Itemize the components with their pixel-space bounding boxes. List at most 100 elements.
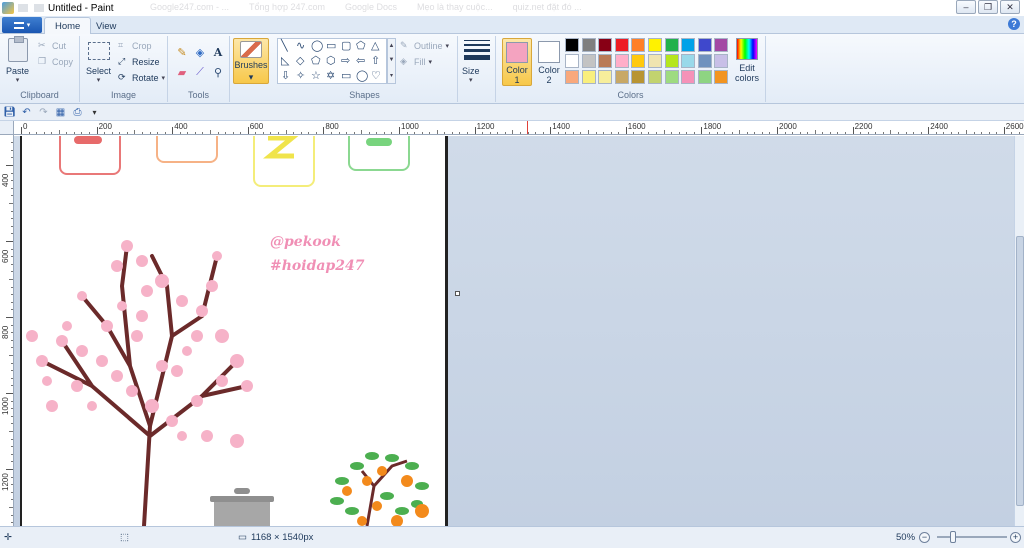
palette-swatch[interactable] (697, 38, 712, 52)
palette-swatch[interactable] (714, 70, 729, 84)
fill-bucket-icon[interactable]: ◈ (192, 44, 208, 60)
canvas-resize-handle[interactable] (455, 291, 460, 296)
curve-shape-icon[interactable]: ∿ (296, 41, 305, 52)
palette-swatch[interactable] (681, 38, 696, 52)
pentagon-shape-icon[interactable]: ⬠ (311, 56, 321, 67)
palette-swatch[interactable] (714, 38, 729, 52)
scroll-down-icon[interactable]: ▼ (389, 57, 395, 63)
palette-swatch[interactable] (631, 38, 646, 52)
palette-swatch[interactable] (565, 54, 579, 68)
palette-swatch[interactable] (581, 54, 596, 68)
palette-swatch[interactable] (664, 54, 679, 68)
zoom-slider-track[interactable] (937, 536, 1007, 538)
vertical-scrollbar[interactable] (1014, 136, 1024, 526)
palette-swatch[interactable] (648, 54, 662, 68)
undo-icon[interactable]: ↶ (21, 107, 32, 118)
redo-icon[interactable]: ↷ (38, 107, 49, 118)
edit-colors-button[interactable]: Edit colors (732, 38, 762, 83)
rectangle-shape-icon[interactable]: ▭ (326, 41, 336, 52)
zoom-in-button[interactable]: + (1010, 532, 1021, 543)
minimize-button[interactable]: – (956, 0, 976, 14)
polygon-shape-icon[interactable]: ⬠ (356, 41, 366, 52)
cut-button[interactable]: ✂ Cut (38, 40, 66, 51)
resize-button[interactable]: ⤢ Resize (118, 56, 160, 67)
right-triangle-shape-icon[interactable]: ◺ (281, 56, 289, 67)
eraser-icon[interactable]: ▰ (174, 64, 190, 80)
palette-swatch[interactable] (631, 54, 646, 68)
palette-swatch[interactable] (697, 70, 712, 84)
palette-swatch[interactable] (565, 70, 579, 84)
diamond-shape-icon[interactable]: ◇ (296, 56, 304, 67)
print-preview-icon[interactable]: ⎙ (72, 107, 83, 118)
shapes-scrollbar[interactable]: ▲ ▼ ▾ (387, 38, 396, 84)
palette-swatch[interactable] (681, 54, 696, 68)
tab-view[interactable]: View (86, 17, 126, 35)
select-button[interactable]: Select ▾ (86, 38, 111, 84)
five-point-star-shape-icon[interactable]: ☆ (311, 71, 321, 82)
color1-button[interactable]: Color 1 (502, 38, 532, 86)
callout-rect-shape-icon[interactable]: ▭ (341, 71, 351, 82)
text-tool-icon[interactable]: A (210, 44, 226, 60)
line-shape-icon[interactable]: ╲ (281, 41, 288, 52)
customize-qat-icon[interactable]: ▾ (89, 107, 100, 118)
color2-button[interactable]: Color 2 (534, 38, 564, 86)
rounded-rectangle-shape-icon[interactable]: ▢ (341, 41, 351, 52)
palette-swatch[interactable] (581, 70, 596, 84)
file-menu-button[interactable]: ▾ (2, 17, 42, 33)
zoom-slider-thumb[interactable] (950, 531, 956, 543)
brushes-button[interactable]: Brushes ▾ (233, 38, 269, 84)
size-button[interactable]: Size ▾ (462, 66, 480, 84)
palette-swatch[interactable] (648, 70, 662, 84)
palette-swatch[interactable] (565, 38, 579, 52)
heart-shape-icon[interactable]: ♡ (371, 71, 381, 82)
expand-gallery-icon[interactable]: ▾ (390, 72, 393, 79)
crop-button[interactable]: ⌗ Crop (118, 40, 152, 51)
zoom-out-button[interactable]: − (919, 532, 930, 543)
palette-swatch[interactable] (697, 54, 712, 68)
save-icon[interactable]: 💾︎ (3, 107, 16, 118)
hexagon-shape-icon[interactable]: ⬡ (326, 56, 336, 67)
palette-swatch[interactable] (598, 54, 613, 68)
palette-swatch[interactable] (598, 70, 613, 84)
oval-shape-icon[interactable]: ◯ (311, 41, 323, 52)
rotate-button[interactable]: ⟳ Rotate ▾ (118, 72, 165, 83)
palette-swatch[interactable] (614, 54, 629, 68)
triangle-shape-icon[interactable]: △ (371, 41, 379, 52)
paste-button[interactable]: Paste ▾ (6, 36, 29, 84)
restore-button[interactable]: ❐ (978, 0, 998, 14)
arrow-left-shape-icon[interactable]: ⇦ (356, 56, 365, 67)
tab-home[interactable]: Home (44, 17, 92, 35)
four-point-star-shape-icon[interactable]: ✧ (296, 71, 305, 82)
paint-app-icon[interactable] (2, 2, 14, 14)
six-point-star-shape-icon[interactable]: ✡ (326, 71, 335, 82)
drawing-canvas[interactable]: @pekook #hoidap247 (20, 136, 448, 526)
palette-swatch[interactable] (631, 70, 646, 84)
scrollbar-thumb[interactable] (1016, 236, 1024, 506)
palette-swatch[interactable] (664, 70, 679, 84)
palette-swatch[interactable] (664, 38, 679, 52)
ruler-minor-tick (580, 132, 582, 134)
pencil-icon[interactable]: ✎ (174, 44, 190, 60)
help-icon[interactable]: ? (1008, 18, 1020, 30)
palette-swatch[interactable] (614, 38, 629, 52)
arrow-up-shape-icon[interactable]: ⇧ (371, 56, 380, 67)
palette-swatch[interactable] (598, 38, 613, 52)
image-properties-icon[interactable]: ▦ (55, 107, 66, 118)
scroll-up-icon[interactable]: ▲ (389, 43, 395, 49)
magnifier-icon[interactable]: ⚲ (210, 64, 226, 80)
palette-swatch[interactable] (714, 54, 729, 68)
arrow-down-shape-icon[interactable]: ⇩ (281, 71, 290, 82)
clipboard-group-label: Clipboard (20, 90, 59, 100)
close-button[interactable]: ✕ (1000, 0, 1020, 14)
palette-swatch[interactable] (581, 38, 596, 52)
arrow-right-shape-icon[interactable]: ⇨ (341, 56, 350, 67)
palette-swatch[interactable] (648, 38, 662, 52)
palette-swatch[interactable] (614, 70, 629, 84)
shapes-gallery[interactable]: ╲ ∿ ◯ ▭ ▢ ⬠ △ ◺ ◇ ⬠ ⬡ ⇨ ⇦ ⇧ ⇩ ✧ ☆ ✡ ▭ ◯ … (277, 38, 387, 84)
callout-oval-shape-icon[interactable]: ◯ (356, 71, 368, 82)
outline-button[interactable]: ✎ Outline ▾ (400, 40, 449, 51)
palette-swatch[interactable] (681, 70, 696, 84)
fill-button[interactable]: ◈ Fill ▾ (400, 56, 432, 67)
copy-button[interactable]: ❐ Copy (38, 56, 73, 67)
color-picker-icon[interactable]: ⟋ (192, 64, 208, 80)
